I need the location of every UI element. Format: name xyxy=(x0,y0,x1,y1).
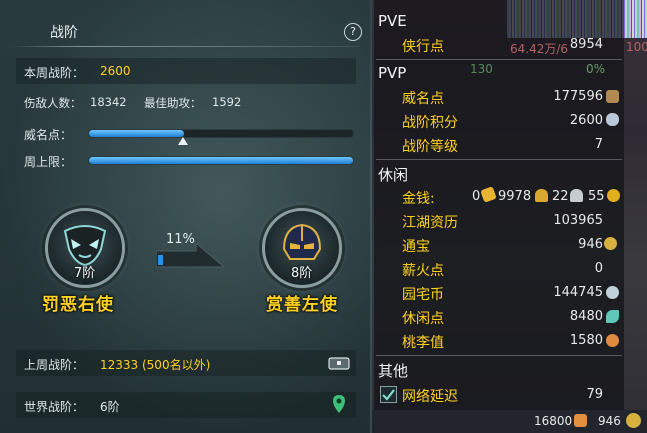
background-text: 64.42万/6 xyxy=(510,42,569,56)
section-leisure: 休闲 xyxy=(378,166,409,184)
pvp-label-prestige: 威名点 xyxy=(402,91,444,107)
weekly-cap-bar xyxy=(88,156,354,165)
leisure-label-jianghu: 江湖资历 xyxy=(402,215,458,231)
prestige-marker xyxy=(178,137,188,145)
pvp-label-points: 战阶积分 xyxy=(402,115,458,131)
money-v2: 9978 xyxy=(498,189,532,204)
right-rank-name: 赏善左使 xyxy=(266,295,338,315)
gold-coin-icon xyxy=(535,189,548,202)
money-v1: 0 xyxy=(472,189,481,204)
leisure-value-xiuxian: 8480 xyxy=(569,309,603,324)
copper-coin-icon xyxy=(607,189,620,202)
divider xyxy=(376,59,622,60)
last-week-value: 12333 (500名以外) xyxy=(100,358,211,372)
pvp-label-level: 战阶等级 xyxy=(402,139,458,155)
leisure-label-xiuxian: 休闲点 xyxy=(402,311,444,327)
right-rank-level: 8阶 xyxy=(291,266,313,281)
other-label-latency: 网络延迟 xyxy=(402,389,458,405)
weekly-cap-label: 周上限： xyxy=(24,155,73,169)
kills-label: 伤敌人数： xyxy=(24,96,82,110)
week-rank-row: 本周战阶： 2600 xyxy=(16,58,356,84)
assist-label: 最佳助攻： xyxy=(144,96,202,110)
prestige-label: 威名点： xyxy=(24,128,73,142)
leisure-value-taoli: 1580 xyxy=(569,333,603,348)
silver-icon xyxy=(570,189,583,202)
location-pin-icon[interactable] xyxy=(332,394,346,414)
leisure-label-yuanzhai: 园宅币 xyxy=(402,287,444,303)
check-icon xyxy=(382,389,395,401)
pvp-value-points: 2600 xyxy=(569,113,603,128)
money-v3: 22 xyxy=(552,189,569,204)
world-rank-label: 世界战阶： xyxy=(24,400,85,414)
pve-value-xingxia: 8954 xyxy=(569,37,603,52)
tongbao-coin-icon xyxy=(626,413,641,428)
bottom-left-value: 16800 xyxy=(534,414,573,428)
bottom-currency-bar: 16800 946 xyxy=(372,410,647,433)
left-rank-level: 7阶 xyxy=(74,266,96,281)
pvp-value-level: 7 xyxy=(594,137,603,152)
prestige-bar xyxy=(88,129,354,138)
assist-value: 1592 xyxy=(212,95,242,109)
week-rank-value: 2600 xyxy=(100,64,131,78)
prestige-bar-fill xyxy=(89,130,185,137)
currency-panel: 64.42万/6 100 130 0% PVE 侠行点 8954 PVP 威名点… xyxy=(372,0,647,433)
leisure-value-xinhuo: 0 xyxy=(594,261,603,276)
money-v4: 55 xyxy=(588,189,605,204)
background-percent: 0% xyxy=(586,62,606,76)
background-text-2: 100 xyxy=(626,40,647,54)
money-label: 金钱: xyxy=(402,191,435,207)
latency-checkbox[interactable] xyxy=(380,386,397,403)
leaf-icon xyxy=(606,310,619,323)
chest-icon[interactable] xyxy=(328,355,350,371)
divider xyxy=(376,159,622,160)
background-number: 130 xyxy=(470,62,493,76)
help-icon[interactable]: ? xyxy=(344,23,362,41)
section-pve: PVE xyxy=(378,12,407,30)
leisure-value-tongbao: 946 xyxy=(578,237,603,252)
rank-progress-arrow xyxy=(156,243,226,268)
section-pvp: PVP xyxy=(378,64,407,82)
left-rank-name: 罚恶右使 xyxy=(42,295,114,315)
stats-row: 伤敌人数： 18342 最佳助攻： 1592 xyxy=(16,90,356,116)
other-value-latency: 79 xyxy=(586,387,603,402)
header-divider xyxy=(10,46,360,47)
pvp-value-prestige: 177596 xyxy=(553,89,603,104)
leisure-value-yuanzhai: 144745 xyxy=(553,285,603,300)
weekly-cap-bar-fill xyxy=(89,157,353,164)
world-rank-value: 6阶 xyxy=(100,400,120,414)
leisure-value-jianghu: 103965 xyxy=(553,213,603,228)
bottom-right-value: 946 xyxy=(598,414,621,428)
leisure-label-xinhuo: 薪火点 xyxy=(402,263,444,279)
leisure-label-taoli: 桃李值 xyxy=(402,335,444,351)
last-week-label: 上周战阶： xyxy=(24,358,85,372)
pve-label-xingxia: 侠行点 xyxy=(402,39,444,55)
panel-title: 战阶 xyxy=(50,25,78,41)
world-rank-row: 世界战阶： 6阶 xyxy=(16,392,356,418)
panel-header: 战阶 xyxy=(0,14,370,48)
prestige-icon xyxy=(606,90,619,103)
boot-icon xyxy=(574,414,587,427)
section-other: 其他 xyxy=(378,362,409,380)
tongbao-coin-icon xyxy=(604,237,617,250)
last-week-row: 上周战阶： 12333 (500名以外) xyxy=(16,350,356,376)
rank-points-icon xyxy=(606,113,619,126)
kills-value: 18342 xyxy=(90,95,127,109)
yuanzhai-coin-icon xyxy=(606,286,619,299)
rank-panel: 战阶 ? 本周战阶： 2600 伤敌人数： 18342 最佳助攻： 1592 威… xyxy=(0,0,370,433)
leisure-label-tongbao: 通宝 xyxy=(402,239,430,255)
divider xyxy=(376,355,622,356)
week-rank-label: 本周战阶： xyxy=(24,66,85,80)
peach-icon xyxy=(606,334,619,347)
